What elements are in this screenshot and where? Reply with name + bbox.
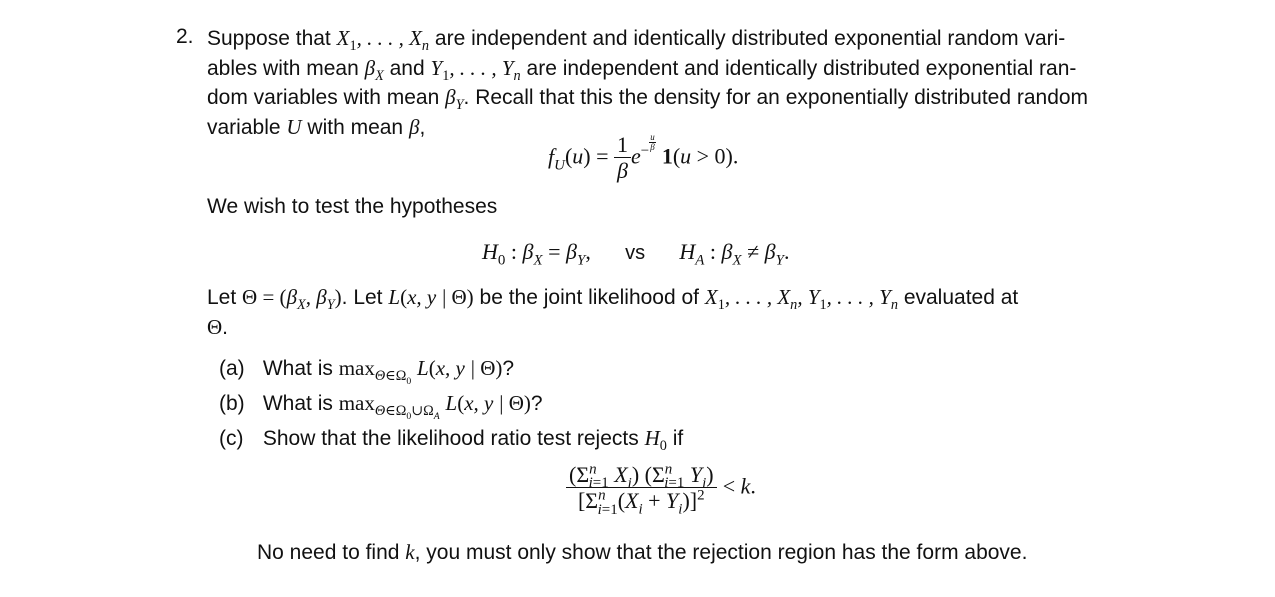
alt-hypothesis: HA : βX ≠ βY. [679,239,790,269]
null-hypothesis: H0 : βX = βY, [482,239,591,269]
note: No need to find k, you must only show th… [257,540,1028,564]
math-y-seq: Y1, . . . , Yn [430,55,521,84]
problem-number: 2. [176,25,194,48]
math-x-seq: X1, . . . , Xn [336,26,430,55]
hypotheses: H0 : βX = βY, vs HA : βX ≠ βY. [482,239,790,269]
vs-label: vs [625,242,646,264]
math-beta: β [408,114,420,139]
rejection-formula: (Σni=1 Xi) (Σni=1 Yi) [Σni=1(Xi + Yi)]2 … [566,462,756,517]
math-beta-y: βY [445,85,464,114]
part-c: (c) Show that the likelihood ratio test … [219,426,684,455]
likelihood-definition: Let Θ = (βX, βY). Let L(x, y | Θ) be the… [207,285,1019,339]
part-b: (b) What is maxΘ∈Ω0∪ΩA L(x, y | Θ)? [219,391,543,423]
density-formula: fU(u) = 1 β e− u β 1(u > 0). [548,132,739,184]
problem-intro: Suppose that X1, . . . , Xn are independ… [207,26,1089,139]
math-u: U [286,114,302,139]
math-beta-x: βX [364,55,384,84]
hypotheses-intro: We wish to test the hypotheses [207,195,498,218]
part-a: (a) What is maxΘ∈Ω0 L(x, y | Θ)? [219,356,515,388]
